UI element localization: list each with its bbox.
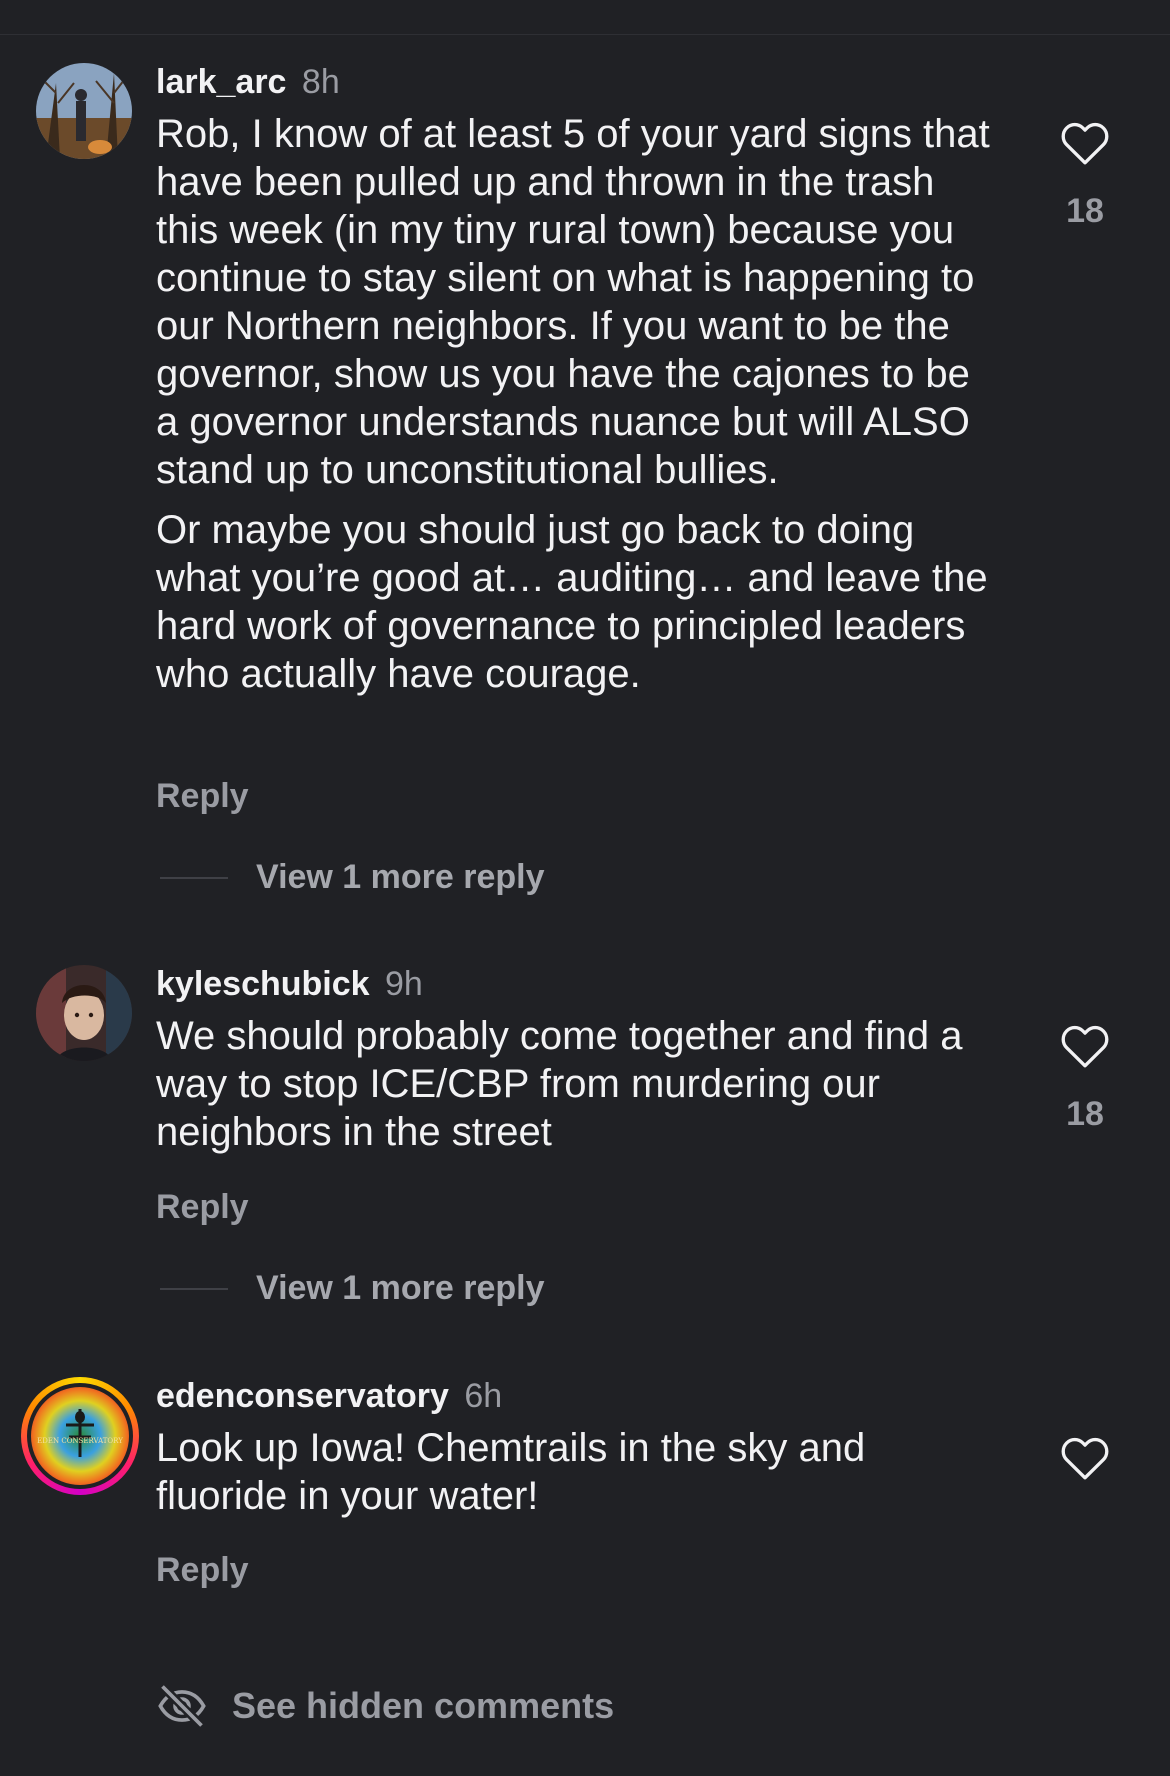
avatar-story-ring[interactable]: EDEN CONSERVATORY <box>21 1377 139 1495</box>
thread-line <box>160 1287 228 1290</box>
comment-paragraph: Look up Iowa! Chemtrails in the sky and … <box>156 1426 866 1518</box>
view-more-replies-label: View 1 more reply <box>256 1269 545 1307</box>
comment-text: Rob, I know of at least 5 of your yard s… <box>156 110 996 698</box>
reply-button[interactable]: Reply <box>156 777 249 816</box>
comment-paragraph: Or maybe you should just go back to doin… <box>156 508 988 696</box>
reply-button[interactable]: Reply <box>156 1551 249 1590</box>
top-divider <box>0 34 1170 35</box>
comment-text: We should probably come together and fin… <box>156 1012 996 1156</box>
like-count: 18 <box>1066 192 1104 230</box>
avatar[interactable] <box>36 63 132 159</box>
avatar[interactable] <box>36 965 132 1061</box>
eye-slash-icon <box>158 1683 206 1729</box>
heart-icon[interactable] <box>1060 1435 1110 1481</box>
avatar: EDEN CONSERVATORY <box>31 1387 129 1485</box>
see-hidden-comments-button[interactable]: See hidden comments <box>156 1680 614 1732</box>
comment-timestamp: 6h <box>464 1377 503 1415</box>
comment-username[interactable]: edenconservatory <box>156 1377 449 1415</box>
comment-username[interactable]: kyleschubick <box>156 965 370 1003</box>
like-count: 18 <box>1066 1095 1104 1133</box>
view-more-replies-label: View 1 more reply <box>256 858 545 896</box>
comment-username[interactable]: lark_arc <box>156 63 286 101</box>
comment-paragraph: Rob, I know of at least 5 of your yard s… <box>156 112 990 492</box>
heart-icon[interactable] <box>1060 1023 1110 1069</box>
comment-timestamp: 9h <box>385 965 423 1003</box>
view-more-replies-button[interactable]: View 1 more reply <box>160 1269 545 1308</box>
comment-timestamp: 8h <box>301 63 340 101</box>
comment-text: Look up Iowa! Chemtrails in the sky and … <box>156 1424 996 1520</box>
reply-button[interactable]: Reply <box>156 1188 249 1227</box>
see-hidden-comments-label: See hidden comments <box>232 1685 615 1726</box>
comment-paragraph: We should probably come together and fin… <box>156 1014 963 1154</box>
avatar-logo-text: EDEN CONSERVATORY <box>37 1437 123 1445</box>
heart-icon[interactable] <box>1060 120 1110 166</box>
view-more-replies-button[interactable]: View 1 more reply <box>160 858 545 897</box>
thread-line <box>160 876 228 879</box>
